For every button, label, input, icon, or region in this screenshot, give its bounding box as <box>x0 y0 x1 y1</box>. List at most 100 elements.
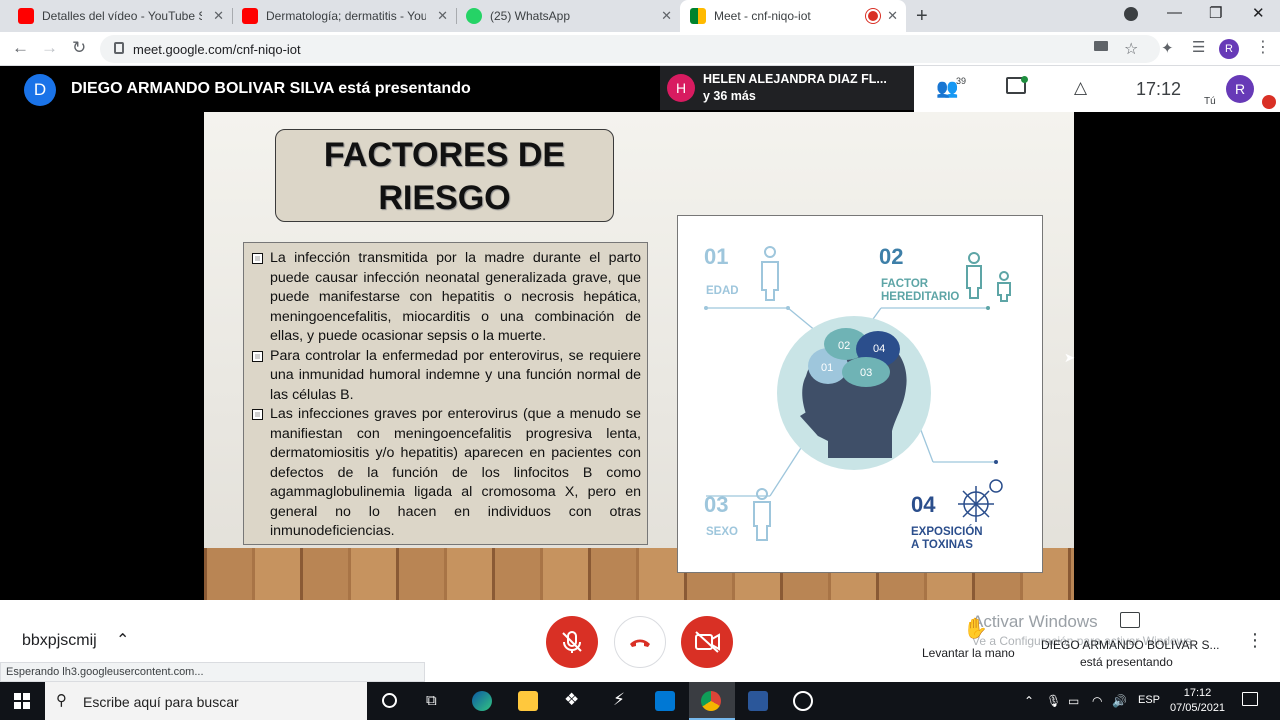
lock-icon <box>114 42 124 54</box>
chevron-up-icon[interactable]: ⌃ <box>116 630 129 650</box>
present-icon[interactable] <box>1120 612 1140 628</box>
restore-icon[interactable]: ❐ <box>1209 4 1222 22</box>
browser-toolbar: ← → ↻ meet.google.com/cnf-niqo-iot ☆ ✦ ☰… <box>0 32 1280 66</box>
close-tab-icon[interactable]: ✕ <box>213 8 224 24</box>
tray-expand-icon[interactable]: ⌃ <box>1024 694 1034 708</box>
browser-tab-strip: Detalles del vídeo - YouTube Studio ✕ De… <box>0 0 1280 32</box>
hang-up-icon <box>630 639 650 647</box>
bookmark-star-icon[interactable]: ☆ <box>1124 39 1138 59</box>
presenting-status-name[interactable]: DIEGO ARMANDO BOLIVAR S... <box>1041 638 1219 652</box>
meeting-code[interactable]: bbxpjscmij <box>22 632 97 650</box>
cortana-icon[interactable] <box>382 693 397 708</box>
chrome-menu-icon[interactable]: ⋮ <box>1255 37 1271 57</box>
close-tab-icon[interactable]: ✕ <box>437 8 448 24</box>
youtube-icon <box>242 8 258 24</box>
taskbar-date: 07/05/2021 <box>1170 702 1226 714</box>
close-tab-icon[interactable]: ✕ <box>661 8 672 24</box>
youtube-icon <box>18 8 34 24</box>
more-options-icon[interactable]: ⋮ <box>1246 630 1264 651</box>
participants-count: 39 <box>956 76 967 86</box>
word-icon[interactable] <box>748 691 768 711</box>
active-speaker-tile[interactable]: H HELEN ALEJANDRA DIAZ FL... y 36 más <box>660 66 914 110</box>
slide-title-line1: FACTORES DE <box>323 136 566 174</box>
raise-hand-icon[interactable]: ✋ <box>963 616 988 641</box>
close-window-icon[interactable]: ✕ <box>1252 4 1265 22</box>
notifications-icon[interactable] <box>1242 692 1258 706</box>
address-bar[interactable]: meet.google.com/cnf-niqo-iot ☆ <box>100 35 1160 63</box>
wifi-icon[interactable]: ◠ <box>1092 694 1102 708</box>
microphone-tray-icon[interactable]: 🎙 <box>1046 694 1061 708</box>
leave-call-button[interactable] <box>614 616 666 668</box>
meeting-clock: 17:12 <box>1136 79 1182 99</box>
chrome-icon <box>701 691 721 711</box>
self-avatar[interactable]: R <box>1226 75 1254 103</box>
extensions-icon[interactable]: ✦ <box>1161 39 1174 57</box>
taskbar-time: 17:12 <box>1183 687 1212 699</box>
speaker-others: y 36 más <box>703 89 756 103</box>
browser-status-bar: Esperando lh3.googleusercontent.com... <box>0 662 425 682</box>
reading-list-icon[interactable]: ☰ <box>1192 38 1205 56</box>
url-text: meet.google.com/cnf-niqo-iot <box>133 42 301 57</box>
search-icon: ⚲ <box>56 692 67 709</box>
tab-meet[interactable]: Meet - cnf-niqo-iot ✕ <box>680 0 906 32</box>
tab-youtube-dermatologia[interactable]: Dermatología; dermatitis - YouTube ✕ <box>232 0 456 32</box>
virus-icon <box>958 479 1003 522</box>
activities-icon[interactable]: △ <box>1074 78 1087 98</box>
windows-taskbar: ⚲ Escribe aquí para buscar ⧉ ❖ ⚡ ⌃ 🎙 ▭ ◠… <box>0 682 1280 720</box>
activate-windows-watermark: Activar Windows <box>972 612 1098 631</box>
dropbox-icon[interactable]: ❖ <box>564 690 579 710</box>
brain-label-03: 03 <box>860 367 872 379</box>
taskbar-search-box[interactable]: ⚲ Escribe aquí para buscar <box>45 682 367 720</box>
checkbox-bullet-icon <box>252 350 263 362</box>
slide-bullet: Para controlar la enfermedad por enterov… <box>250 347 641 406</box>
back-icon[interactable]: ← <box>12 38 29 58</box>
slide-bullet: Las infecciones graves por enterovirus (… <box>250 405 641 542</box>
camera-toggle-button[interactable] <box>681 616 733 668</box>
risk-factors-infographic: 01 EDAD 02 FACTOR HEREDITARIO 03 SEXO 04… <box>677 215 1043 573</box>
app-bolt-icon[interactable]: ⚡ <box>613 690 625 710</box>
task-view-icon[interactable]: ⧉ <box>426 692 437 709</box>
camera-off-icon <box>695 631 720 653</box>
edge-icon[interactable] <box>472 691 492 711</box>
tab-whatsapp[interactable]: (25) WhatsApp ✕ <box>456 0 680 32</box>
raise-hand-label[interactable]: Levantar la mano <box>922 646 1015 660</box>
presentation-slide: FACTORES DE RIESGO La infección transmit… <box>204 112 1074 600</box>
muted-indicator-icon <box>1262 95 1276 109</box>
forward-icon[interactable]: → <box>41 38 58 58</box>
taskbar-clock[interactable]: 17:12 07/05/2021 <box>1170 686 1225 716</box>
windows-start-button[interactable] <box>14 693 30 709</box>
presentation-stage: FACTORES DE RIESGO La infección transmit… <box>0 112 1280 600</box>
meet-header-controls: 👥 39 △ 17:12 Tú R <box>914 66 1280 112</box>
presenter-avatar: D <box>24 74 56 106</box>
meet-top-bar: D DIEGO ARMANDO BOLIVAR SILVA está prese… <box>0 66 1280 112</box>
new-tab-button[interactable]: + <box>916 5 928 28</box>
tab-youtube-studio[interactable]: Detalles del vídeo - YouTube Studio ✕ <box>8 0 232 32</box>
checkbox-bullet-icon <box>252 253 263 264</box>
slide-title-box: FACTORES DE RIESGO <box>275 129 614 222</box>
file-explorer-icon[interactable] <box>518 691 538 711</box>
tab-search-icon[interactable] <box>1124 7 1138 21</box>
taskbar-chrome-active[interactable] <box>689 682 735 720</box>
obs-icon[interactable] <box>793 691 813 711</box>
recording-icon <box>868 11 878 21</box>
language-indicator[interactable]: ESP <box>1138 694 1160 706</box>
minimize-icon[interactable]: — <box>1167 4 1182 21</box>
volume-icon[interactable]: 🔊 <box>1112 694 1127 708</box>
head-brain-icon: 01 02 03 04 <box>777 316 931 470</box>
battery-icon[interactable]: ▭ <box>1068 694 1079 708</box>
self-label: Tú <box>1204 96 1216 107</box>
mic-off-icon <box>562 631 582 653</box>
reload-icon[interactable]: ↻ <box>72 38 86 58</box>
speaker-name: HELEN ALEJANDRA DIAZ FL... <box>703 72 887 86</box>
close-tab-icon[interactable]: ✕ <box>887 8 898 24</box>
brain-label-01: 01 <box>821 362 833 374</box>
profile-avatar[interactable]: R <box>1219 39 1239 59</box>
mic-toggle-button[interactable] <box>546 616 598 668</box>
speaker-avatar: H <box>667 74 695 102</box>
camera-indicator-icon[interactable] <box>1094 41 1108 51</box>
chat-notification-dot <box>1021 76 1028 83</box>
slide-bullet: La infección transmitida por la madre du… <box>250 249 641 347</box>
mail-icon[interactable] <box>655 691 675 711</box>
presenting-banner: DIEGO ARMANDO BOLIVAR SILVA está present… <box>71 80 471 97</box>
checkbox-bullet-icon <box>252 409 263 420</box>
